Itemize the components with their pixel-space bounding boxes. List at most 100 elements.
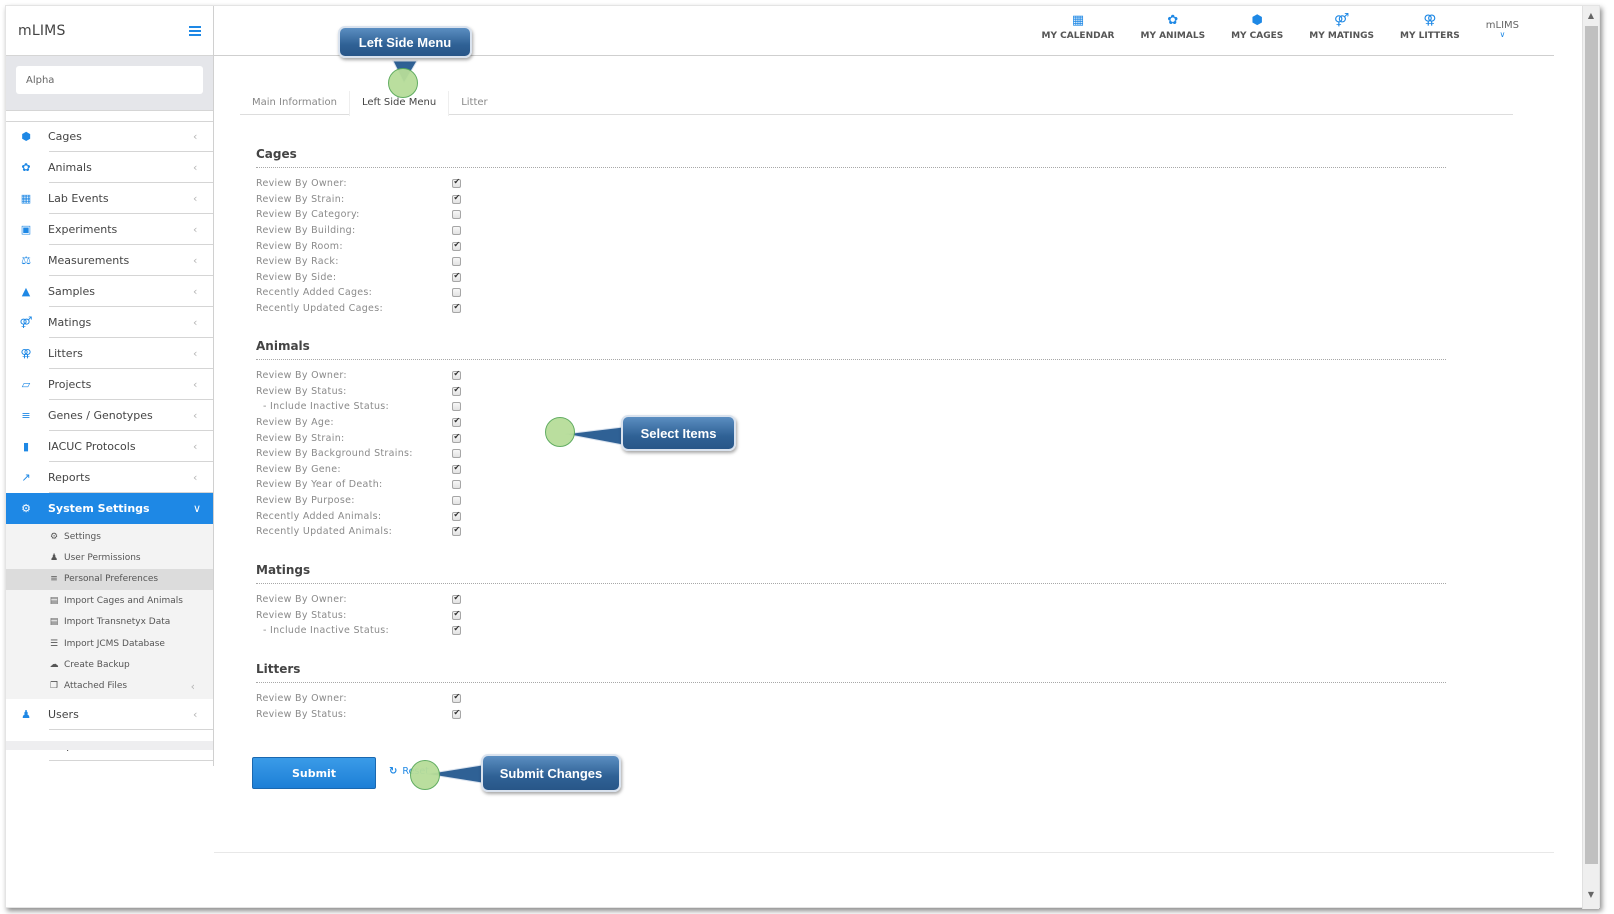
sidebar-item-measurements[interactable]: ⚖ Measurements ‹ — [6, 245, 213, 276]
preference-checkbox[interactable] — [452, 193, 461, 204]
list-icon: ≡ — [21, 409, 31, 422]
preference-checkbox[interactable] — [452, 609, 461, 620]
preference-checkbox[interactable] — [452, 692, 461, 704]
preference-label: Review By Background Strains: — [256, 448, 413, 460]
preference-row: Review By Side: — [256, 270, 1446, 286]
sidebar-item-litters[interactable]: ⚢ Litters ‹ — [6, 338, 213, 369]
top-link-my-matings[interactable]: ⚤ MY MATINGS — [1309, 12, 1374, 41]
top-link-my-cages[interactable]: ⬢ MY CAGES — [1231, 12, 1283, 41]
sidebar-item-genes-genotypes[interactable]: ≡ Genes / Genotypes ‹ — [6, 400, 213, 431]
submenu-item-personal-preferences[interactable]: ≡ Personal Preferences — [6, 568, 213, 591]
preference-checkbox[interactable] — [452, 226, 461, 236]
chevron-left-icon: ‹ — [193, 316, 198, 329]
preference-label: Recently Added Animals: — [256, 510, 382, 522]
preference-checkbox[interactable] — [452, 624, 461, 636]
book-icon: ▮ — [22, 440, 30, 453]
sidebar-search-input[interactable] — [16, 66, 203, 94]
sidebar-item-animals[interactable]: ✿ Animals ‹ — [6, 152, 213, 183]
scroll-thumb[interactable] — [1585, 26, 1598, 864]
app-title: mLIMS — [18, 22, 66, 39]
gear-icon: ⚙ — [49, 531, 59, 542]
preference-checkbox[interactable] — [452, 416, 461, 428]
preference-label: - Include Inactive Status: — [263, 401, 390, 413]
preference-label: Recently Updated Cages: — [256, 303, 383, 315]
files-icon: ❐ — [49, 681, 59, 692]
preference-label: Review By Rack: — [256, 256, 339, 268]
preference-checkbox[interactable] — [452, 288, 461, 298]
preference-row: Review By Age: — [256, 415, 1446, 431]
preference-row: Review By Owner: — [256, 176, 1446, 192]
submit-button[interactable]: Submit — [252, 757, 376, 789]
section-matings: Matings Review By Owner: Review By Status:… — [256, 563, 1446, 639]
user-menu[interactable]: mLIMS ∨ — [1486, 12, 1519, 39]
sidebar-item-experiments[interactable]: ▣ Experiments ‹ — [6, 214, 213, 245]
chevron-left-icon: ‹ — [193, 130, 198, 143]
chevron-left-icon: ‹ — [193, 285, 198, 298]
preference-checkbox[interactable] — [452, 496, 461, 506]
scroll-up-arrow-icon[interactable]: ▲ — [1583, 8, 1599, 24]
preference-checkbox[interactable] — [452, 708, 461, 719]
submenu-item-user-permissions[interactable]: ♟ User Permissions — [6, 547, 213, 568]
section-divider — [256, 167, 1446, 168]
submenu-item-create-backup[interactable]: ☁ Create Backup — [6, 654, 213, 675]
submenu-item-attached-files[interactable]: ❐ Attached Files ‹ — [6, 676, 213, 697]
preference-checkbox[interactable] — [452, 385, 461, 396]
sidebar-item-reports[interactable]: ↗ Reports ‹ — [6, 462, 213, 493]
preference-checkbox[interactable] — [452, 302, 461, 314]
preference-row: Recently Added Cages: — [256, 285, 1446, 301]
top-link-my-animals[interactable]: ✿ MY ANIMALS — [1140, 12, 1205, 41]
annotation-dot-select — [545, 417, 575, 447]
preference-checkbox[interactable] — [452, 177, 461, 189]
sidebar-item-matings[interactable]: ⚤ Matings ‹ — [6, 307, 213, 338]
preference-row: Review By Year of Death: — [256, 477, 1446, 493]
preference-checkbox[interactable] — [452, 402, 461, 412]
submenu-item-import-jcms-database[interactable]: ☰ Import JCMS Database — [6, 633, 213, 654]
tab-litter[interactable]: Litter — [449, 91, 499, 115]
top-link-my-litters[interactable]: ⚢ MY LITTERS — [1400, 12, 1460, 41]
submenu-item-import-transnetyx-data[interactable]: ▤ Import Transnetyx Data — [6, 612, 213, 633]
preference-checkbox[interactable] — [452, 210, 461, 220]
preference-checkbox[interactable] — [452, 480, 461, 490]
submenu-item-settings[interactable]: ⚙ Settings — [6, 526, 213, 547]
submenu-item-label: Import JCMS Database — [64, 638, 165, 649]
preference-checkbox[interactable] — [452, 510, 461, 521]
sidebar-item-label: Reports — [48, 471, 91, 484]
preference-row: Review By Owner: — [256, 368, 1446, 384]
tab-main-information[interactable]: Main Information — [240, 91, 349, 115]
scroll-down-arrow-icon[interactable]: ▼ — [1583, 887, 1599, 903]
chevron-left-icon: ‹ — [193, 347, 198, 360]
section-cages: Cages Review By Owner: Review By Strain: Re… — [256, 147, 1446, 316]
preference-checkbox[interactable] — [452, 463, 461, 474]
preference-checkbox[interactable] — [452, 432, 461, 443]
preference-row: Review By Status: — [256, 384, 1446, 400]
sidebar-item-label: Genes / Genotypes — [48, 409, 153, 422]
preference-row: Recently Updated Cages: — [256, 301, 1446, 317]
sidebar-item-iacuc-protocols[interactable]: ▮ IACUC Protocols ‹ — [6, 431, 213, 462]
preference-checkbox[interactable] — [452, 449, 461, 459]
preference-row: Review By Strain: — [256, 192, 1446, 208]
sidebar-item-cages[interactable]: ⬢ Cages ‹ — [6, 121, 213, 152]
preference-checkbox[interactable] — [452, 240, 461, 251]
preference-row: Review By Status: — [256, 608, 1446, 624]
preference-row: Review By Gene: — [256, 462, 1446, 478]
preference-checkbox[interactable] — [452, 525, 461, 537]
sidebar-item-label: Animals — [48, 161, 92, 174]
sidebar-item-projects[interactable]: ▱ Projects ‹ — [6, 369, 213, 400]
system-settings-submenu: ⚙ Settings ♟ User Permissions ≡ Personal Pref… — [6, 524, 213, 700]
sidebar-item-users[interactable]: ♟ Users ‹ — [6, 699, 213, 731]
sidebar-item-lab-events[interactable]: ▦ Lab Events ‹ — [6, 183, 213, 214]
preference-checkbox[interactable] — [452, 271, 461, 282]
submenu-item-import-cages-and-animals[interactable]: ▤ Import Cages and Animals — [6, 590, 213, 611]
preference-label: Review By Purpose: — [256, 495, 355, 507]
chevron-left-icon: ‹ — [193, 161, 198, 174]
file-excel-icon: ▤ — [49, 595, 59, 606]
preference-checkbox[interactable] — [452, 369, 461, 381]
top-link-my-calendar[interactable]: ▦ MY CALENDAR — [1042, 12, 1115, 41]
sidebar-item-samples[interactable]: ▲ Samples ‹ — [6, 276, 213, 307]
preference-checkbox[interactable] — [452, 593, 461, 605]
sidebar-item-system-settings[interactable]: ⚙ System Settings ∨ — [6, 493, 213, 524]
hamburger-menu-icon[interactable] — [189, 25, 201, 36]
sidebar-item-label: Projects — [48, 378, 92, 391]
vertical-scrollbar[interactable]: ▲ ▼ — [1582, 6, 1599, 909]
preference-checkbox[interactable] — [452, 257, 461, 267]
